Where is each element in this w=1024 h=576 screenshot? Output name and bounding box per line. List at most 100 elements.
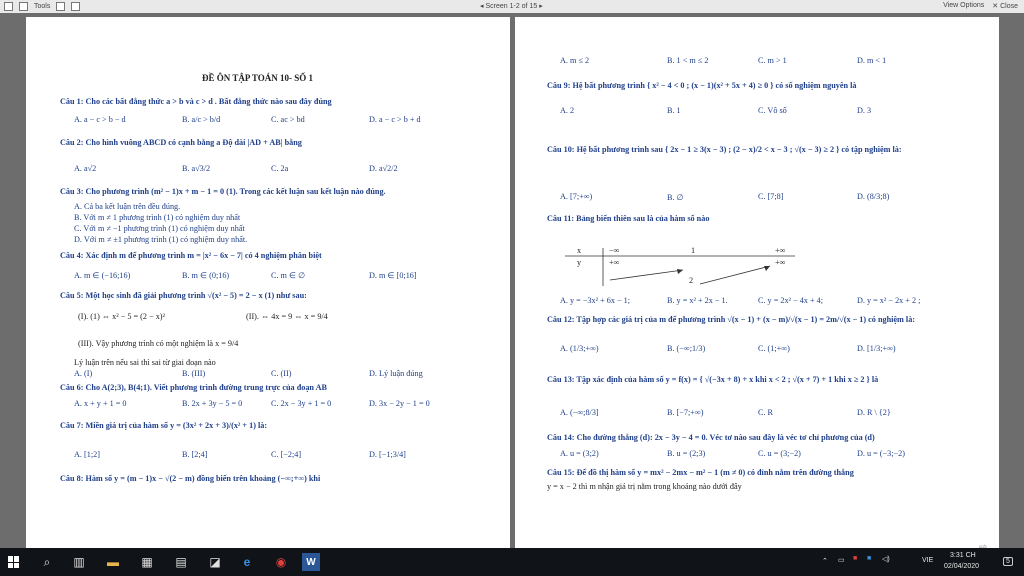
- option: A. a − c > b − d: [74, 115, 126, 124]
- option: B. 1: [667, 106, 681, 115]
- app-icon[interactable]: ◪: [206, 553, 224, 571]
- question-5: Câu 5: Một học sinh đã giải phương trình…: [60, 291, 307, 300]
- option: D. Với m ≠ ±1 phương trình (1) có nghiệm…: [74, 235, 248, 244]
- table-y-value: +∞: [775, 258, 786, 267]
- reader-toolbar: Tools ◂ Screen 1-2 of 15 ▸ View Options …: [0, 0, 1024, 14]
- question-15: Câu 15: Để đồ thị hàm số y = mx² − 2mx −…: [547, 468, 854, 477]
- option: A. m ∈ (−16;16): [74, 271, 131, 280]
- option: A. 2: [560, 106, 575, 115]
- option: A. [1;2]: [74, 450, 100, 459]
- option: C. ac > bd: [271, 115, 305, 124]
- option: B. 1 < m ≤ 2: [667, 56, 709, 65]
- language-indicator[interactable]: VIE: [922, 557, 933, 564]
- tray-chevron-icon[interactable]: ⌃: [822, 557, 828, 565]
- question-9: Câu 9: Hệ bất phương trình { x² − 4 < 0 …: [547, 81, 857, 90]
- variation-table: x y −∞ 1 +∞ +∞ 2 +∞: [565, 246, 795, 286]
- media-player-icon[interactable]: ◉: [272, 553, 290, 571]
- option: B. m ∈ (0;16): [182, 271, 230, 280]
- option: B. [−7;+∞): [667, 408, 704, 417]
- question-2: Câu 2: Cho hình vuông ABCD có cạnh bằng …: [60, 138, 302, 147]
- left-page: ĐỀ ÔN TẬP TOÁN 10- SỐ 1 Câu 1: Cho các b…: [26, 17, 510, 548]
- option: C. Vô số: [758, 106, 787, 115]
- option: B. [2;4]: [182, 450, 208, 459]
- screen-indicator: Screen 1-2 of 15: [485, 3, 538, 10]
- option: A. y = −3x² + 6x − 1;: [560, 296, 631, 305]
- word-icon[interactable]: W: [302, 553, 320, 571]
- save-icon[interactable]: [19, 2, 28, 11]
- step: (I). (1) ⇔ x² − 5 = (2 − x)²: [78, 312, 165, 321]
- option: A. Cả ba kết luận trên đều đúng.: [74, 202, 181, 211]
- volume-icon[interactable]: ◁): [882, 555, 890, 563]
- highlight-icon[interactable]: [71, 2, 81, 11]
- close-button[interactable]: ✕ Close: [992, 2, 1018, 10]
- file-explorer-icon[interactable]: ▬: [104, 553, 122, 571]
- option: D. 3: [857, 106, 872, 115]
- option: C. 2a: [271, 164, 289, 173]
- document-viewport[interactable]: ĐỀ ÔN TẬP TOÁN 10- SỐ 1 Câu 1: Cho các b…: [0, 13, 1024, 553]
- question-4: Câu 4: Xác định m để phương trình m = |x…: [60, 251, 322, 260]
- notification-badge[interactable]: 5: [1003, 557, 1013, 566]
- question-7: Câu 7: Miền giá trị của hàm số y = (3x² …: [60, 421, 268, 430]
- page-title: ĐỀ ÔN TẬP TOÁN 10- SỐ 1: [202, 73, 314, 83]
- option: D. [−1;3/4]: [369, 450, 406, 459]
- task-view-icon[interactable]: ▥: [70, 553, 88, 571]
- question-14: Câu 14: Cho đường thẳng (d): 2x − 3y − 4…: [547, 433, 875, 442]
- option: A. (1/3;+∞): [560, 344, 599, 353]
- table-x-value: +∞: [775, 246, 786, 255]
- option: D. a√2/2: [369, 164, 398, 173]
- search-icon[interactable]: ⌕: [38, 553, 56, 571]
- question-12: Câu 12: Tập hợp các giá trị của m để phư…: [547, 315, 916, 324]
- option: B. a/c > b/d: [182, 115, 221, 124]
- pen-icon[interactable]: [56, 2, 66, 11]
- close-label: Close: [1000, 3, 1018, 10]
- option: D. (8/3;8): [857, 192, 890, 201]
- prev-screen-icon[interactable]: ◂: [480, 3, 484, 10]
- option: D. R \ {2}: [857, 408, 891, 417]
- option: A. m ≤ 2: [560, 56, 590, 65]
- option: C. [7;8]: [758, 192, 784, 201]
- option: C. u = (3;−2): [758, 449, 801, 458]
- option: B. a√3/2: [182, 164, 211, 173]
- option: C. m ∈ ∅: [271, 271, 306, 280]
- option: A. (−∞;8/3]: [560, 408, 599, 417]
- option: D. m ∈ [0;16]: [369, 271, 417, 280]
- option: B. Với m ≠ 1 phương trình (1) có nghiệm …: [74, 213, 241, 222]
- right-page: A. m ≤ 2 B. 1 < m ≤ 2 C. m > 1 D. m < 1 …: [515, 17, 999, 548]
- table-x-value: 1: [691, 246, 696, 255]
- table-x-label: x: [577, 246, 582, 255]
- option: D. u = (−3;−2): [857, 449, 905, 458]
- edge-browser-icon[interactable]: e: [238, 553, 256, 571]
- option: A. (I): [74, 369, 93, 378]
- home-icon[interactable]: [4, 2, 13, 11]
- step: (II). ⇔ 4x = 9 ⇔ x = 9/4: [246, 312, 328, 321]
- table-y-value: +∞: [609, 258, 620, 267]
- option: A. a√2: [74, 164, 97, 173]
- question-6: Câu 6: Cho A(2;3), B(4;1). Viết phương t…: [60, 383, 327, 392]
- table-y-label: y: [577, 258, 582, 267]
- option: C. m > 1: [758, 56, 787, 65]
- question-3: Câu 3: Cho phương trình (m² − 1)x + m − …: [60, 187, 386, 196]
- option: D. y = x² − 2x + 2 ;: [857, 296, 921, 305]
- question-1: Câu 1: Cho các bất đẳng thức a > b và c …: [60, 97, 332, 106]
- store-icon[interactable]: ▤: [172, 553, 190, 571]
- windows-start-icon[interactable]: [8, 556, 20, 568]
- question-15-cont: y = x − 2 thì m nhận giá trị nằm trong k…: [547, 482, 742, 491]
- option: A. u = (3;2): [560, 449, 599, 458]
- view-options-button[interactable]: View Options: [943, 2, 984, 10]
- tray-app-icon[interactable]: ■: [867, 555, 871, 562]
- clock-date[interactable]: 02/04/2020: [944, 563, 979, 570]
- tray-app-icon[interactable]: ■: [853, 555, 857, 562]
- tools-menu[interactable]: Tools: [34, 3, 50, 10]
- table-x-value: −∞: [609, 246, 620, 255]
- app-grid-icon[interactable]: ▦: [138, 553, 156, 571]
- option: C. [−2;4]: [271, 450, 302, 459]
- question-11: Câu 11: Bảng biến thiên sau là của hàm s…: [547, 214, 710, 223]
- clock-time[interactable]: 3:31 CH: [950, 552, 976, 559]
- question-10: Câu 10: Hệ bất phương trình sau { 2x − 1…: [547, 145, 902, 154]
- option: D. 3x − 2y − 1 = 0: [369, 399, 430, 408]
- option: B. (III): [182, 369, 206, 378]
- step: Lý luận trên nếu sai thì sai từ giai đoạ…: [74, 358, 216, 367]
- next-screen-icon[interactable]: ▸: [539, 3, 543, 10]
- option: C. 2x − 3y + 1 = 0: [271, 399, 332, 408]
- network-icon[interactable]: ▭: [838, 556, 845, 564]
